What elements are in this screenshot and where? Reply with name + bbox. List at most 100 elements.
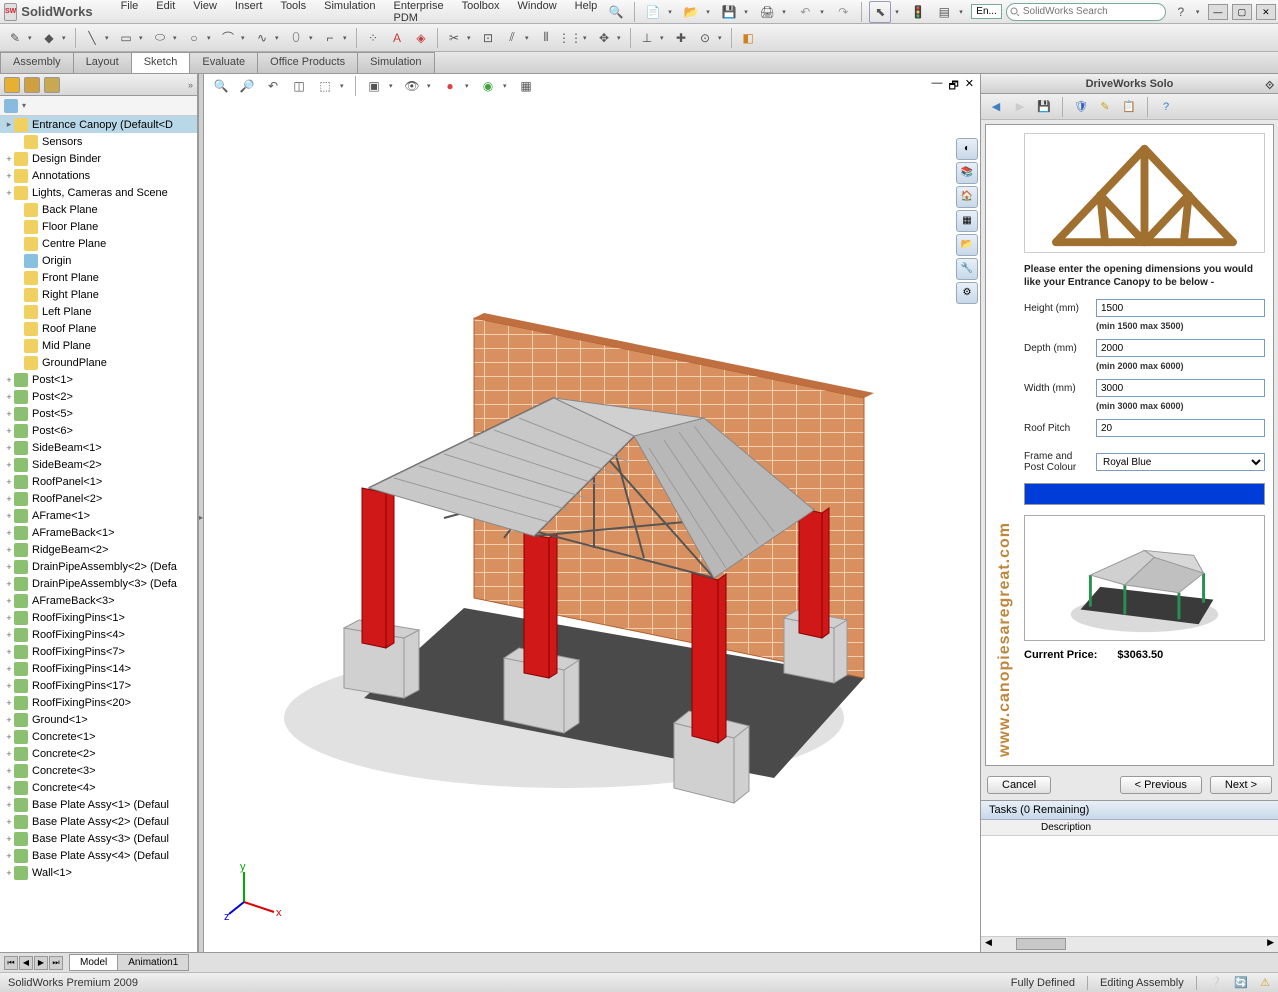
tree-item[interactable]: +RoofFixingPins<20> xyxy=(0,694,197,711)
maximize-button[interactable]: ▢ xyxy=(1232,4,1252,20)
file-explorer-icon[interactable]: 🏠 xyxy=(956,186,978,208)
slot-icon[interactable]: ⬭ xyxy=(149,27,171,49)
menu-tools[interactable]: Tools xyxy=(272,0,314,26)
view-palette-icon[interactable]: ▦ xyxy=(956,210,978,232)
dw-forward-icon[interactable]: ▶ xyxy=(1011,98,1029,116)
select-icon[interactable]: ⬉ xyxy=(869,1,891,23)
save-icon[interactable]: 💾 xyxy=(718,1,740,23)
tree-item[interactable]: +SideBeam<1> xyxy=(0,439,197,456)
tree-item[interactable]: +Wall<1> xyxy=(0,864,197,881)
tree-item[interactable]: +RoofFixingPins<14> xyxy=(0,660,197,677)
close-button[interactable]: ✕ xyxy=(1256,4,1276,20)
zoom-area-icon[interactable]: 🔎 xyxy=(236,75,258,97)
dw-shield-icon[interactable]: 🛡 xyxy=(1072,98,1090,116)
tree-item[interactable]: +AFrameBack<1> xyxy=(0,524,197,541)
next-button[interactable]: Next > xyxy=(1210,776,1272,794)
display-style-icon[interactable]: ▣ xyxy=(363,75,385,97)
custom-props-icon[interactable]: 🔧 xyxy=(956,258,978,280)
window-restore-icon[interactable]: 🗗 xyxy=(948,77,958,96)
3d-canvas[interactable]: ◐ 📚 🏠 ▦ 📂 🔧 ⚙ xyxy=(204,98,980,952)
tree-item[interactable]: +Post<6> xyxy=(0,422,197,439)
tree-item[interactable]: Centre Plane xyxy=(0,235,197,252)
driveworks-icon[interactable]: ⚙ xyxy=(956,282,978,304)
tree-item[interactable]: +RoofFixingPins<1> xyxy=(0,609,197,626)
tree-item[interactable]: +RoofFixingPins<7> xyxy=(0,643,197,660)
property-manager-tab-icon[interactable] xyxy=(24,77,40,93)
plane-icon[interactable]: ◈ xyxy=(410,27,432,49)
tree-item[interactable]: +RoofFixingPins<17> xyxy=(0,677,197,694)
zoom-fit-icon[interactable]: 🔍 xyxy=(210,75,232,97)
repair-icon[interactable]: ✚ xyxy=(670,27,692,49)
quick-snap-icon[interactable]: ⊙ xyxy=(694,27,716,49)
tree-item[interactable]: Origin xyxy=(0,252,197,269)
panel-collapse-icon[interactable]: » xyxy=(188,80,193,90)
driveworks-close-icon[interactable]: ⟐ xyxy=(1265,76,1274,96)
pattern-icon[interactable]: ⋮⋮ xyxy=(559,27,581,49)
tree-item[interactable]: +RoofPanel<1> xyxy=(0,473,197,490)
view-orient-icon[interactable]: ⬚ xyxy=(314,75,336,97)
ribbon-tab-office-products[interactable]: Office Products xyxy=(257,52,358,73)
tree-item[interactable]: +Base Plate Assy<4> (Defaul xyxy=(0,847,197,864)
dw-copy-icon[interactable]: 📋 xyxy=(1120,98,1138,116)
arc-icon[interactable]: ⌒ xyxy=(217,27,239,49)
status-help-icon[interactable]: ❔ xyxy=(1209,976,1223,989)
open-icon[interactable]: 📂 xyxy=(680,1,702,23)
move-icon[interactable]: ✥ xyxy=(593,27,615,49)
ribbon-tab-sketch[interactable]: Sketch xyxy=(131,52,191,73)
tasks-scrollbar[interactable]: ◀ ▶ xyxy=(981,936,1278,952)
window-minimize-icon[interactable]: — xyxy=(931,77,942,96)
width-input[interactable] xyxy=(1096,379,1265,397)
tree-item[interactable]: +RoofPanel<2> xyxy=(0,490,197,507)
options-icon[interactable]: ▤ xyxy=(933,1,955,23)
new-icon[interactable]: 📄 xyxy=(642,1,664,23)
menu-edit[interactable]: Edit xyxy=(148,0,183,26)
tree-item[interactable]: GroundPlane xyxy=(0,354,197,371)
search-icon[interactable]: 🔍 xyxy=(605,1,627,23)
menu-help[interactable]: Help xyxy=(567,0,606,26)
tree-item[interactable]: +Concrete<3> xyxy=(0,762,197,779)
offset-icon[interactable]: ⫽ xyxy=(501,27,523,49)
window-close-icon[interactable]: ✕ xyxy=(965,77,974,96)
tree-item[interactable]: +Post<1> xyxy=(0,371,197,388)
tree-item[interactable]: +Design Binder xyxy=(0,150,197,167)
toolbar-dropdown[interactable]: En... xyxy=(971,4,1002,19)
sketch-icon[interactable]: ✎ xyxy=(4,27,26,49)
menu-simulation[interactable]: Simulation xyxy=(316,0,383,26)
tree-item[interactable]: Sensors xyxy=(0,133,197,150)
fillet-icon[interactable]: ⌐ xyxy=(319,27,341,49)
tree-item[interactable]: +Post<2> xyxy=(0,388,197,405)
tree-root[interactable]: ▸Entrance Canopy (Default<D xyxy=(0,116,197,133)
tree-item[interactable]: +RoofFixingPins<4> xyxy=(0,626,197,643)
status-warn-icon[interactable]: ⚠ xyxy=(1260,976,1270,989)
tree-item[interactable]: Left Plane xyxy=(0,303,197,320)
feature-manager-tab-icon[interactable] xyxy=(4,77,20,93)
help-icon[interactable]: ? xyxy=(1170,1,1192,23)
tree-item[interactable]: +Base Plate Assy<3> (Defaul xyxy=(0,830,197,847)
appearance-icon[interactable]: ● xyxy=(439,75,461,97)
hide-show-icon[interactable]: 👁 xyxy=(401,75,423,97)
relation-icon[interactable]: ⊥ xyxy=(636,27,658,49)
menu-toolbox[interactable]: Toolbox xyxy=(454,0,508,26)
previous-button[interactable]: < Previous xyxy=(1120,776,1202,794)
tree-item[interactable]: +AFrame<1> xyxy=(0,507,197,524)
line-icon[interactable]: ╲ xyxy=(81,27,103,49)
feature-tree[interactable]: ▸Entrance Canopy (Default<D Sensors+Desi… xyxy=(0,116,197,952)
dw-edit-icon[interactable]: ✎ xyxy=(1096,98,1114,116)
tab-nav[interactable]: ⏮◀▶⏭ xyxy=(4,956,63,970)
menu-window[interactable]: Window xyxy=(510,0,565,26)
section-view-icon[interactable]: ◫ xyxy=(288,75,310,97)
tree-item[interactable]: +Ground<1> xyxy=(0,711,197,728)
tree-item[interactable]: +SideBeam<2> xyxy=(0,456,197,473)
dw-help-icon[interactable]: ? xyxy=(1157,98,1175,116)
text-icon[interactable]: A xyxy=(386,27,408,49)
menu-enterprise-pdm[interactable]: Enterprise PDM xyxy=(385,0,451,26)
depth-input[interactable] xyxy=(1096,339,1265,357)
mirror-icon[interactable]: ⦀ xyxy=(535,27,557,49)
prev-view-icon[interactable]: ↶ xyxy=(262,75,284,97)
tree-item[interactable]: +Base Plate Assy<1> (Defaul xyxy=(0,796,197,813)
ribbon-tab-simulation[interactable]: Simulation xyxy=(357,52,434,73)
scene-icon[interactable]: ◉ xyxy=(477,75,499,97)
tree-item[interactable]: +Post<5> xyxy=(0,405,197,422)
tree-item[interactable]: +AFrameBack<3> xyxy=(0,592,197,609)
menu-insert[interactable]: Insert xyxy=(227,0,271,26)
